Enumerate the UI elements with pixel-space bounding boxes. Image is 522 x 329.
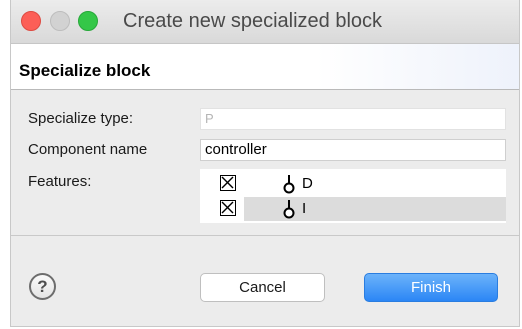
dialog-header: Specialize block [11, 44, 519, 90]
specialize-type-field: P [200, 108, 506, 130]
feature-name: I [302, 200, 307, 217]
features-label: Features: [28, 173, 92, 190]
feature-row[interactable]: I [200, 197, 506, 221]
port-icon [283, 175, 295, 194]
feature-checkbox-d[interactable] [220, 175, 236, 191]
feature-checkbox-cell[interactable] [200, 172, 244, 196]
finish-button[interactable]: Finish [364, 273, 498, 302]
specialize-type-label: Specialize type: [28, 110, 134, 127]
port-icon [283, 200, 295, 219]
feature-checkbox-cell[interactable] [200, 197, 244, 221]
feature-row[interactable]: D [200, 172, 506, 196]
component-name-input[interactable]: controller [200, 139, 506, 161]
window-title: Create new specialized block [123, 10, 383, 32]
checked-cross-icon [221, 176, 234, 189]
close-window-button[interactable] [21, 11, 41, 31]
title-bar[interactable]: Create new specialized block [11, 0, 519, 44]
component-name-label: Component name [28, 141, 148, 158]
features-table: D I [200, 169, 506, 223]
cancel-button[interactable]: Cancel [200, 273, 325, 302]
header-title: Specialize block [19, 61, 151, 80]
feature-name: D [302, 175, 313, 192]
zoom-window-button[interactable] [78, 11, 98, 31]
checked-cross-icon [221, 201, 234, 214]
footer-divider [11, 235, 519, 236]
feature-checkbox-i[interactable] [220, 200, 236, 216]
minimize-window-button[interactable] [50, 11, 70, 31]
help-button[interactable]: ? [29, 273, 56, 300]
dialog-window: Create new specialized block Specialize … [10, 0, 520, 327]
